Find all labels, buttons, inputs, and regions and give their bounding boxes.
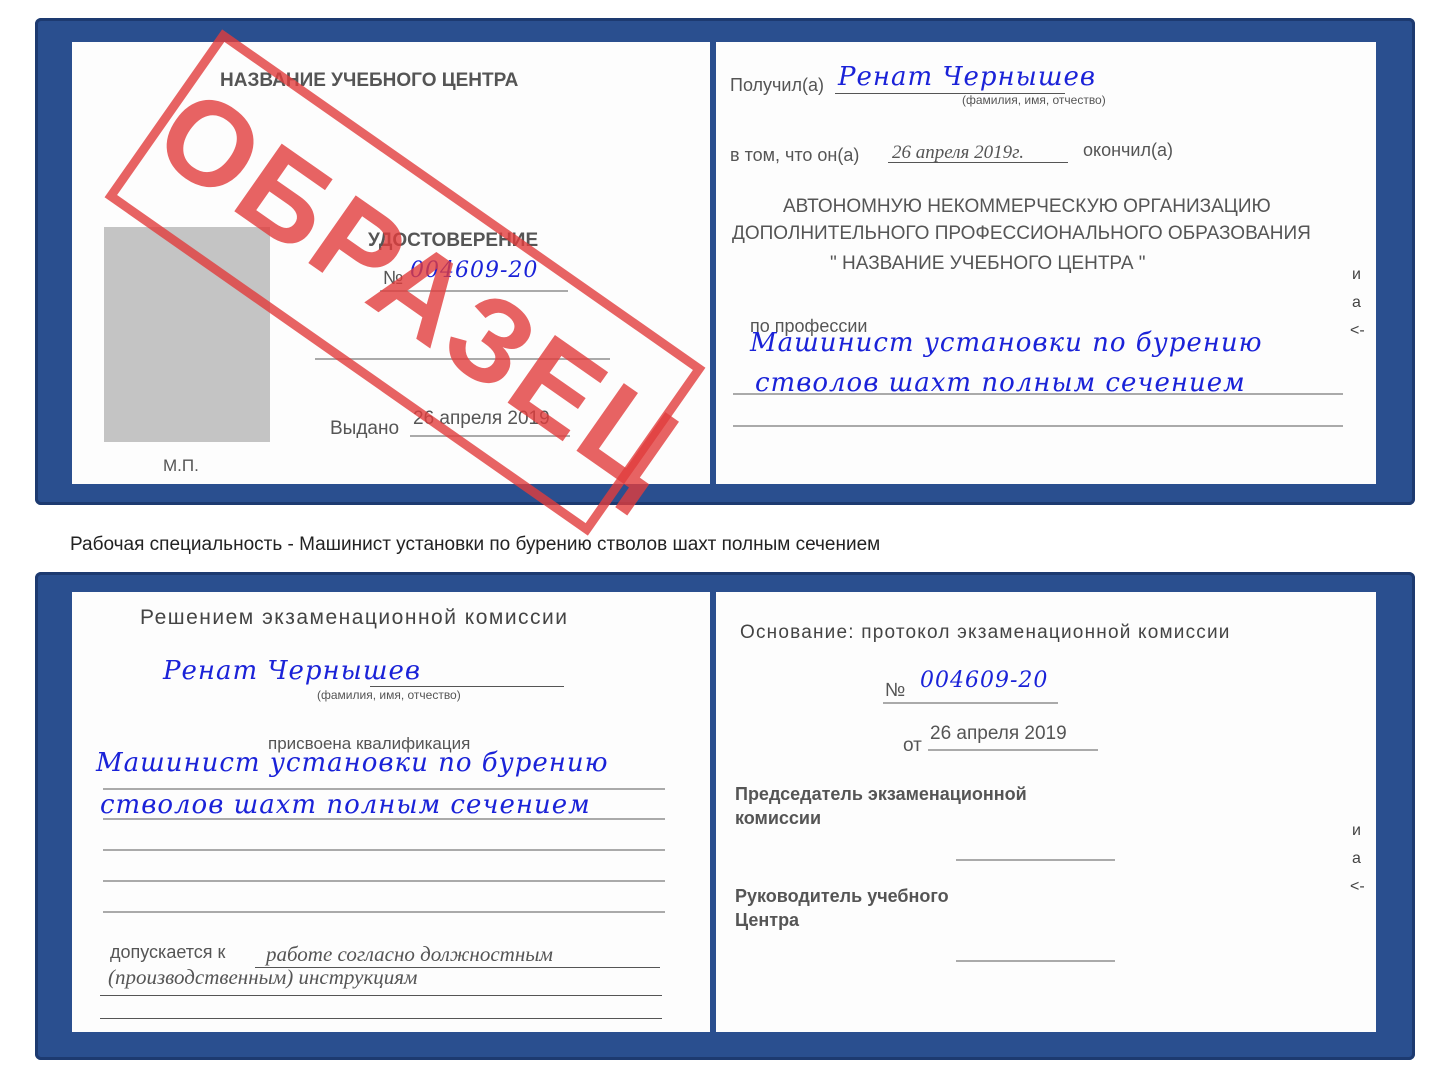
- from-label: от: [903, 735, 922, 756]
- head-signature-line: [956, 960, 1115, 962]
- chair-line-2: комиссии: [735, 808, 822, 828]
- protocol-number-label: №: [885, 680, 906, 701]
- stamp-place: М.П.: [163, 456, 199, 475]
- decision-heading: Решением экзаменационной комиссии: [140, 606, 569, 629]
- admitted-label: допускается к: [110, 942, 226, 962]
- chair-signature-line: [956, 859, 1115, 861]
- protocol-date: 26 апреля 2019: [930, 723, 1067, 744]
- finished-label: окончил(а): [1083, 140, 1173, 160]
- protocol-number: 004609-20: [920, 668, 1049, 693]
- admitted-line-2: (производственным) инструкциям: [108, 965, 418, 989]
- holder-name: Ренат Чернышев: [163, 656, 422, 686]
- issued-label: Выдано: [330, 418, 400, 439]
- name-hint: (фамилия, имя, отчество): [962, 93, 1106, 107]
- org-line-2: ДОПОЛНИТЕЛЬНОГО ПРОФЕССИОНАЛЬНОГО ОБРАЗО…: [732, 223, 1311, 244]
- finish-date: 26 апреля 2019г.: [892, 142, 1024, 163]
- qualification-line-2: стволов шахт полным сечением: [100, 790, 591, 820]
- edge-mark-arrow-2: <-: [1350, 878, 1365, 895]
- edge-mark-a-2: а: [1352, 850, 1361, 867]
- edge-mark-i: и: [1352, 266, 1361, 283]
- basis-heading: Основание: протокол экзаменационной коми…: [740, 622, 1231, 643]
- holder-name-hint: (фамилия, имя, отчество): [317, 688, 461, 702]
- specialty-caption: Рабочая специальность - Машинист установ…: [70, 534, 881, 555]
- profession-line-1: Машинист установки по бурению: [750, 328, 1263, 358]
- head-line-2: Центра: [735, 910, 800, 930]
- org-line-3: " НАЗВАНИЕ УЧЕБНОГО ЦЕНТРА ": [830, 253, 1146, 274]
- admitted-line-1: работе согласно должностным: [266, 942, 553, 966]
- chair-line-1: Председатель экзаменационной: [735, 784, 1027, 804]
- edge-mark-i-2: и: [1352, 822, 1361, 839]
- recipient-name: Ренат Чернышев: [838, 62, 1097, 92]
- that-label: в том, что он(а): [730, 145, 860, 165]
- org-line-1: АВТОНОМНУЮ НЕКОММЕРЧЕСКУЮ ОРГАНИЗАЦИЮ: [783, 196, 1271, 217]
- edge-mark-arrow: <-: [1350, 322, 1365, 339]
- qualification-line-1: Машинист установки по бурению: [96, 748, 609, 778]
- head-line-1: Руководитель учебного: [735, 886, 949, 906]
- edge-mark-a: а: [1352, 294, 1361, 311]
- received-label: Получил(а): [730, 75, 824, 95]
